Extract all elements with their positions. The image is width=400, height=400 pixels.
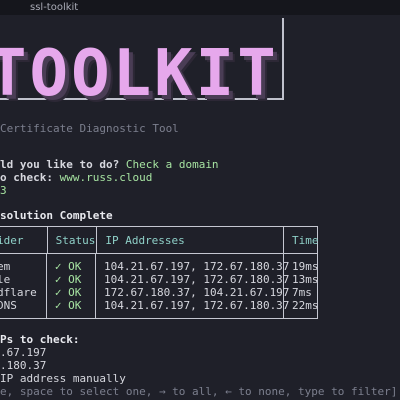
keyboard-hint: e, space to select one, → to all, ← to n… xyxy=(0,385,398,398)
ip-option-1[interactable]: .67.197 xyxy=(0,346,46,359)
table-cell: em xyxy=(0,260,11,273)
ip-prompt-title: Ps to check: xyxy=(0,333,80,346)
table-cell: 104.21.67.197, 172.67.180.37 xyxy=(104,260,290,273)
prompt-action-question: ld you like to do? xyxy=(0,158,120,171)
column-provider: em le dflare DNS xyxy=(0,254,46,318)
prompt-domain-question: o check: xyxy=(0,171,53,184)
header-time: Time xyxy=(283,227,319,253)
ip-option-2[interactable]: .180.37 xyxy=(0,359,46,372)
ip-option-manual[interactable]: IP address manually xyxy=(0,372,126,385)
table-cell: 13ms xyxy=(292,273,319,286)
banner-text: TOOLKIT xyxy=(0,37,279,102)
status-ok: ✓ OK xyxy=(54,299,82,312)
subtitle: Certificate Diagnostic Tool xyxy=(0,122,179,135)
column-time: 19ms 13ms 7ms 22ms xyxy=(283,254,319,318)
header-ip-addresses: IP Addresses xyxy=(96,227,283,253)
table-cell: 172.67.180.37, 104.21.67.197 xyxy=(104,286,290,299)
table-cell: 19ms xyxy=(292,260,319,273)
table-cell: 7ms xyxy=(292,286,312,299)
prompt-domain: o check: www.russ.cloud xyxy=(0,171,152,184)
table-body: em le dflare DNS ✓ OK ✓ OK ✓ OK ✓ OK 104… xyxy=(0,254,319,318)
status-ok: ✓ OK xyxy=(54,286,82,299)
column-status: ✓ OK ✓ OK ✓ OK ✓ OK xyxy=(45,254,95,318)
table-cell: le xyxy=(0,273,11,286)
column-ip-addresses: 104.21.67.197, 172.67.180.37 104.21.67.1… xyxy=(95,254,290,318)
section-title: solution Complete xyxy=(0,209,113,222)
table-cell: dflare xyxy=(0,286,37,299)
window-titlebar: ssl-toolkit xyxy=(0,0,400,15)
prompt-action: ld you like to do? Check a domain xyxy=(0,158,219,171)
prompt-count: 3 xyxy=(0,184,7,197)
ascii-banner: TOOLKIT xyxy=(0,18,300,102)
table-cell: 104.21.67.197, 172.67.180.37 xyxy=(104,273,290,286)
window-title: ssl-toolkit xyxy=(30,2,79,13)
prompt-action-answer: Check a domain xyxy=(125,158,219,171)
header-provider: ider xyxy=(0,233,24,247)
table-cell: DNS xyxy=(0,299,17,312)
header-status: Status xyxy=(46,227,97,253)
status-ok: ✓ OK xyxy=(54,273,82,286)
dns-results-table: ider Status IP Addresses Time em le dfla… xyxy=(0,226,319,319)
table-header: ider Status IP Addresses Time xyxy=(0,227,319,254)
status-ok: ✓ OK xyxy=(54,260,82,273)
prompt-domain-answer: www.russ.cloud xyxy=(59,171,153,184)
table-cell: 22ms xyxy=(292,299,319,312)
table-cell: 104.21.67.197, 172.67.180.37 xyxy=(104,299,290,312)
